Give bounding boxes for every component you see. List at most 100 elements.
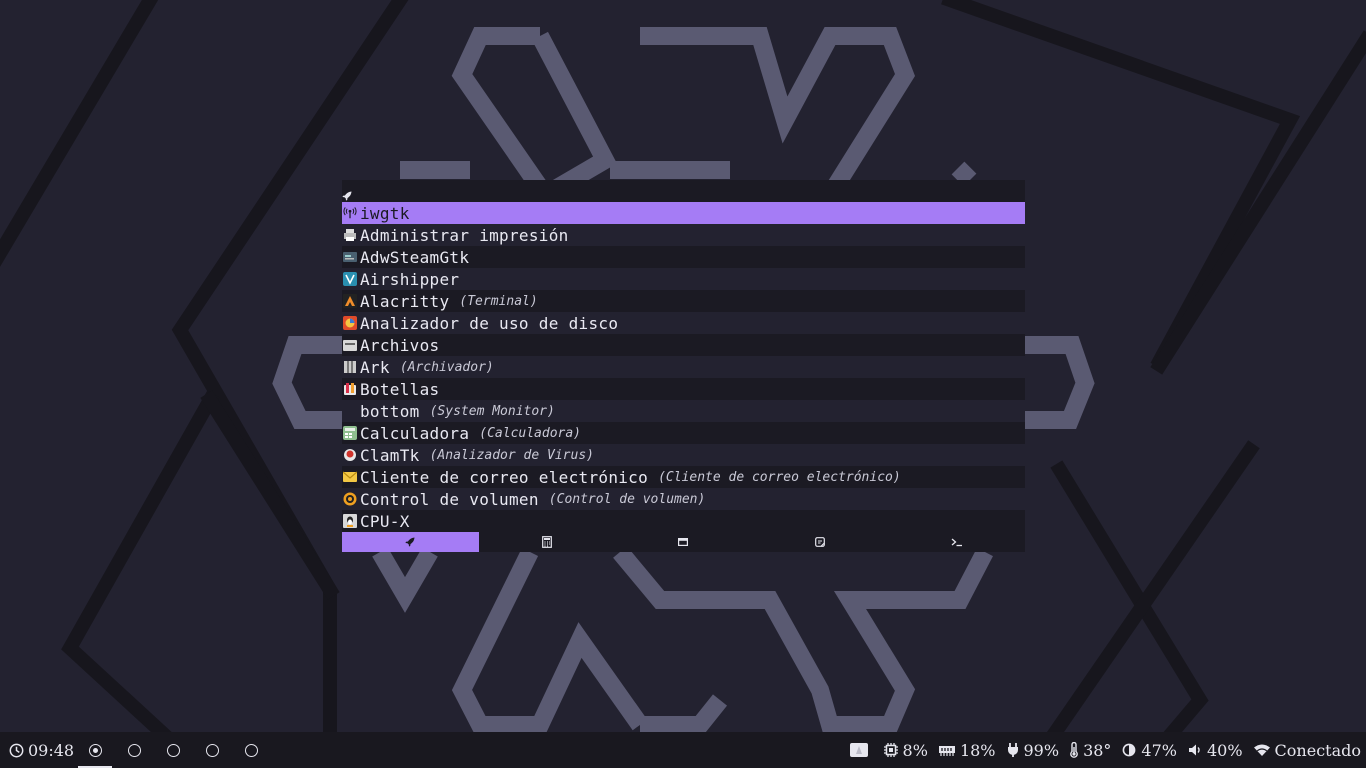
tray-app-icon	[849, 743, 868, 757]
circle-icon	[166, 743, 180, 757]
workspace-4-button[interactable]	[195, 732, 229, 768]
rocket-icon	[342, 186, 352, 201]
launcher-item-description: (Archivador)	[399, 359, 494, 375]
launcher-item[interactable]: Administrar impresión	[342, 224, 1025, 246]
launcher-item-name: Cliente de correo electrónico	[360, 467, 649, 487]
workspace-2-button[interactable]	[117, 732, 151, 768]
calculator-app-icon	[343, 426, 357, 440]
airshipper-icon	[343, 272, 357, 286]
status-bar: 09:48 8% 18% 99% 38° 47% 40% Conectado	[0, 732, 1366, 768]
app-launcher: iwgtk Administrar impresión AdwSteamGtk Air…	[342, 180, 1025, 552]
launcher-mode-switcher	[342, 532, 1025, 552]
mode-clipboard-button[interactable]	[752, 532, 889, 552]
memory-value: 18%	[959, 740, 996, 760]
temperature-indicator[interactable]: 38°	[1069, 741, 1111, 760]
mode-window-button[interactable]	[615, 532, 752, 552]
brightness-icon	[1123, 743, 1136, 757]
power-plug-icon	[1007, 743, 1018, 757]
launcher-item-name: AdwSteamGtk	[360, 247, 470, 267]
wifi-icon	[1253, 744, 1270, 756]
launcher-item[interactable]: Control de volumen (Control de volumen)	[342, 488, 1025, 510]
launcher-item-name: bottom	[360, 401, 420, 421]
launcher-item[interactable]: AdwSteamGtk	[342, 246, 1025, 268]
launcher-item-description: (Analizador de Virus)	[429, 447, 594, 463]
clock-time: 09:48	[28, 740, 75, 760]
temperature-value: 38°	[1083, 740, 1112, 760]
calculator-icon	[541, 536, 552, 548]
bottles-icon	[343, 382, 357, 396]
mode-drun-button[interactable]	[342, 532, 479, 552]
workspace-3-button[interactable]	[156, 732, 190, 768]
brightness-value: 47%	[1141, 740, 1177, 760]
launcher-item[interactable]: Alacritty (Terminal)	[342, 290, 1025, 312]
launcher-item[interactable]: Archivos	[342, 334, 1025, 356]
circle-icon	[244, 743, 258, 757]
workspace-1-button[interactable]	[78, 732, 112, 768]
launcher-result-list: iwgtk Administrar impresión AdwSteamGtk Air…	[342, 202, 1025, 532]
mode-run-button[interactable]	[888, 532, 1025, 552]
volume-control-icon	[343, 492, 357, 506]
antenna-icon	[343, 206, 357, 220]
files-icon	[343, 338, 357, 352]
launcher-item-name: Airshipper	[360, 269, 460, 289]
launcher-item[interactable]: Botellas	[342, 378, 1025, 400]
launcher-item-name: Calculadora	[360, 423, 470, 443]
launcher-item-name: Ark	[360, 357, 390, 377]
printer-icon	[343, 228, 357, 242]
battery-indicator[interactable]: 99%	[1006, 740, 1060, 760]
cpu-icon	[883, 743, 898, 757]
speaker-icon	[1188, 744, 1200, 756]
launcher-item[interactable]: Ark (Archivador)	[342, 356, 1025, 378]
launcher-item[interactable]: Cliente de correo electrónico (Cliente de…	[342, 466, 1025, 488]
clipboard-icon	[815, 537, 825, 547]
launcher-item-name: Archivos	[360, 335, 440, 355]
launcher-item-name: Control de volumen	[360, 489, 539, 509]
launcher-item-name: ClamTk	[360, 445, 420, 465]
cpu-indicator[interactable]: 8%	[883, 741, 928, 760]
alacritty-icon	[343, 294, 357, 308]
volume-indicator[interactable]: 40%	[1187, 741, 1243, 760]
mail-icon	[343, 470, 357, 484]
cpu-value: 8%	[902, 740, 928, 760]
launcher-item[interactable]: Analizador de uso de disco	[342, 312, 1025, 334]
blank-icon	[343, 404, 357, 418]
circle-icon	[205, 743, 219, 757]
launcher-item[interactable]: ClamTk (Analizador de Virus)	[342, 444, 1025, 466]
workspace-5-button[interactable]	[234, 732, 268, 768]
launcher-item[interactable]: Airshipper	[342, 268, 1025, 290]
launcher-item-name: CPU-X	[360, 511, 410, 531]
clock[interactable]: 09:48	[9, 732, 74, 768]
launcher-item-name: Alacritty	[360, 291, 450, 311]
mode-calc-button[interactable]	[479, 532, 616, 552]
network-indicator[interactable]: Conectado	[1253, 741, 1361, 760]
adwsteamgtk-icon	[343, 250, 357, 264]
clock-icon	[9, 743, 24, 757]
launcher-item[interactable]: CPU-X	[342, 510, 1025, 532]
launcher-item-description: (Terminal)	[459, 293, 538, 309]
disk-usage-icon	[343, 316, 357, 330]
circle-icon	[127, 743, 141, 757]
launcher-item-name: Administrar impresión	[360, 225, 569, 245]
window-icon	[678, 538, 689, 546]
memory-indicator[interactable]: 18%	[938, 741, 996, 760]
launcher-item[interactable]: Calculadora (Calculadora)	[342, 422, 1025, 444]
brightness-indicator[interactable]: 47%	[1121, 741, 1177, 760]
launcher-item-name: iwgtk	[360, 203, 410, 223]
launcher-search-input[interactable]	[352, 180, 1025, 202]
battery-value: 99%	[1023, 740, 1060, 760]
volume-value: 40%	[1206, 740, 1243, 760]
launcher-item-name: Botellas	[360, 379, 440, 399]
launcher-item-description: (Control de volumen)	[548, 491, 706, 507]
tray-app[interactable]	[849, 742, 873, 758]
launcher-item-description: (Calculadora)	[479, 425, 582, 441]
launcher-search-bar	[342, 180, 1025, 202]
launcher-item-description: (System Monitor)	[429, 403, 555, 419]
network-status: Conectado	[1274, 740, 1361, 760]
launcher-item-name: Analizador de uso de disco	[360, 313, 619, 333]
system-status: 8% 18% 99% 38° 47% 40% Conectado	[839, 732, 1361, 768]
thermometer-icon	[1070, 742, 1078, 758]
launcher-item[interactable]: bottom (System Monitor)	[342, 400, 1025, 422]
launcher-item[interactable]: iwgtk	[342, 202, 1025, 224]
clamtk-icon	[343, 448, 357, 462]
cpu-x-icon	[343, 514, 357, 528]
